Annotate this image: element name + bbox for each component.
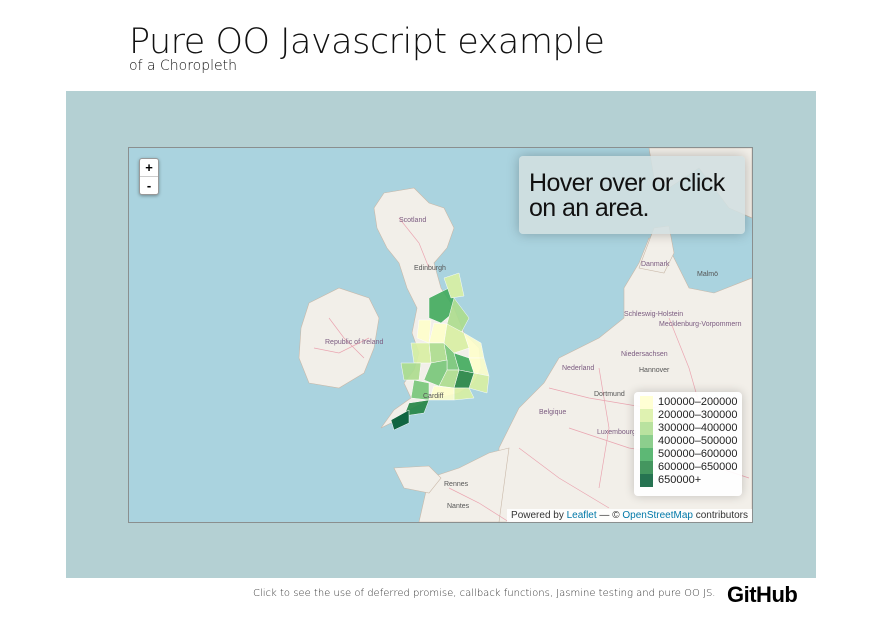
footer-text[interactable]: Click to see the use of deferred promise… <box>253 588 715 599</box>
label-nederland: Nederland <box>562 365 594 372</box>
map-container[interactable]: Scotland Edinburgh Republic of Ireland C… <box>128 147 753 523</box>
legend-swatch <box>640 396 653 409</box>
attribution-prefix: Powered by <box>511 510 564 521</box>
legend-item: 200000–300000 <box>634 409 742 422</box>
legend-label: 100000–200000 <box>658 396 738 408</box>
legend-item: 400000–500000 <box>634 435 742 448</box>
label-belgique: Belgique <box>539 409 566 416</box>
legend-label: 500000–600000 <box>658 448 738 460</box>
openstreetmap-link[interactable]: OpenStreetMap <box>622 510 693 521</box>
label-cardiff: Cardiff <box>423 393 444 400</box>
legend-swatch <box>640 461 653 474</box>
attribution-suffix: contributors <box>692 510 748 521</box>
label-danmark: Danmark <box>641 261 670 268</box>
legend-swatch <box>640 474 653 487</box>
label-mecklenburg-vorpommern: Mecklenburg-Vorpommern <box>659 321 742 328</box>
label-niedersachsen: Niedersachsen <box>621 351 668 358</box>
leaflet-link[interactable]: Leaflet <box>567 510 597 521</box>
legend-item: 300000–400000 <box>634 422 742 435</box>
legend-label: 300000–400000 <box>658 422 738 434</box>
label-malmo: Malmö <box>697 271 718 278</box>
info-text: Hover over or click on an area. <box>529 169 725 222</box>
legend-swatch <box>640 422 653 435</box>
zoom-out-button[interactable]: - <box>140 176 158 194</box>
legend-label: 200000–300000 <box>658 409 738 421</box>
label-nantes: Nantes <box>447 503 470 510</box>
github-logo[interactable]: GitHub <box>727 582 798 608</box>
zoom-control: + - <box>139 158 159 195</box>
page-subtitle: of a Choropleth <box>129 58 237 74</box>
legend-swatch <box>640 409 653 422</box>
zoom-in-button[interactable]: + <box>140 159 158 176</box>
page-title: Pure OO Javascript example <box>129 22 605 62</box>
map-attribution: Powered by Leaflet — © OpenStreetMap con… <box>507 509 752 522</box>
legend-item: 100000–200000 <box>634 396 742 409</box>
legend-item: 500000–600000 <box>634 448 742 461</box>
legend-label: 650000+ <box>658 474 702 486</box>
legend-item: 650000+ <box>634 474 742 487</box>
legend: 100000–200000 200000–300000 300000–40000… <box>634 392 742 496</box>
label-scotland: Scotland <box>399 217 426 224</box>
legend-label: 600000–650000 <box>658 461 738 473</box>
label-schleswig-holstein: Schleswig-Holstein <box>624 311 683 318</box>
label-republic-of-ireland: Republic of Ireland <box>325 339 383 346</box>
label-edinburgh: Edinburgh <box>414 265 446 272</box>
label-rennes: Rennes <box>444 481 469 488</box>
info-panel: Hover over or click on an area. <box>519 156 745 234</box>
legend-item: 600000–650000 <box>634 461 742 474</box>
label-dortmund: Dortmund <box>594 391 625 398</box>
attribution-sep: — © <box>596 510 623 521</box>
legend-swatch <box>640 435 653 448</box>
legend-label: 400000–500000 <box>658 435 738 447</box>
label-luxembourg: Luxembourg <box>597 429 636 436</box>
legend-swatch <box>640 448 653 461</box>
label-hannover: Hannover <box>639 367 670 374</box>
